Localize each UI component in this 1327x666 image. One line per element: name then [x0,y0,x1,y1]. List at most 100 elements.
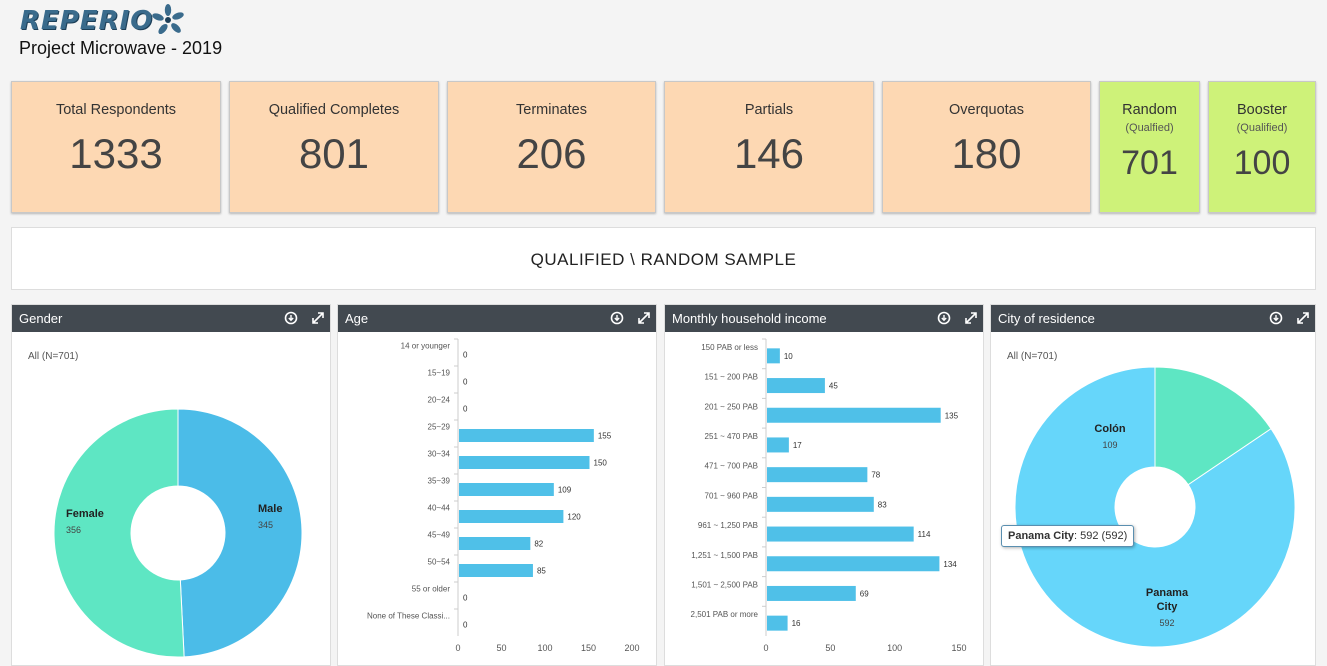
income-bar-chart: 150 PAB or less 10 151 ~ 200 PAB 45 201 ~ 25… [691,338,967,653]
gender-donut-chart: All (N=701) Male 345 Female 356 [28,351,303,658]
download-icon[interactable] [610,311,624,325]
y-tick-label: 45~49 [428,531,451,540]
x-tick-label: 50 [825,643,835,653]
bar-value-label: 109 [558,486,572,495]
kpi-random: Random (Qualfied) 701 [1099,81,1200,213]
y-tick-label: 14 or younger [401,342,451,351]
age-bar-chart: 14 or younger 0 15~19 0 20~24 0 25~29 155 30~34 1… [367,338,640,653]
kpi-label: Booster [1237,102,1287,118]
y-tick-label: 20~24 [428,396,451,405]
bar-value-label: 69 [860,589,869,598]
y-tick-label: 2,501 PAB or more [691,610,759,619]
x-tick-label: 0 [455,643,460,653]
y-tick-label: 961 ~ 1,250 PAB [698,521,758,530]
slice-value-label: 356 [66,525,81,535]
panel-header: Gender [12,305,330,332]
kpi-label: Partials [744,102,794,118]
panel-title: Monthly household income [672,311,827,326]
slice-label: Male [258,503,282,515]
bar[interactable] [459,483,554,496]
bar[interactable] [767,378,825,394]
bar[interactable] [459,564,533,577]
bar[interactable] [459,456,590,469]
expand-icon[interactable] [637,311,651,325]
panel-header: City of residence [991,305,1315,332]
download-icon[interactable] [284,311,298,325]
panel-age: Age 14 or younger 0 15~19 0 20~24 0 25~29 155 30… [337,304,657,666]
x-tick-label: 0 [763,643,768,653]
panel-title: Age [345,311,369,326]
expand-icon[interactable] [311,311,325,325]
project-title: Project Microwave - 2019 [19,38,223,58]
x-tick-label: 150 [581,643,596,653]
kpi-terminates: Terminates 206 [447,81,656,213]
y-tick-label: 1,501 ~ 2,500 PAB [691,580,758,589]
y-tick-label: 15~19 [428,369,451,378]
panel-title: City of residence [998,311,1095,326]
bar[interactable] [767,556,940,572]
bar[interactable] [459,429,594,442]
bar-value-label: 83 [878,500,887,509]
kpi-value: 1333 [69,130,163,177]
bar-value-label: 135 [945,411,959,420]
pie-slice-male[interactable] [177,408,303,658]
chart-subtitle: All (N=701) [1007,351,1057,362]
y-tick-label: 471 ~ 700 PAB [705,462,758,471]
panel-header: Monthly household income [665,305,983,332]
panel-header: Age [338,305,656,332]
bar[interactable] [767,407,941,423]
download-icon[interactable] [937,311,951,325]
panel-monthly-household-income: Monthly household income 150 PAB or less… [664,304,984,666]
kpi-value: 100 [1233,144,1291,182]
bar[interactable] [767,496,874,512]
slice-value-label: 345 [258,520,273,530]
bar-value-label: 45 [829,382,838,391]
city-donut-chart: All (N=701) Panama City 592 Colón 109 [1007,351,1296,648]
bar-value-label: 114 [918,530,931,539]
y-tick-label: 30~34 [428,450,451,459]
bar[interactable] [767,615,788,631]
y-tick-label: 1,251 ~ 1,500 PAB [691,551,758,560]
bar-value-label: 85 [537,567,546,576]
y-tick-label: 25~29 [428,423,451,432]
kpi-booster: Booster (Qualified) 100 [1208,81,1316,213]
logo-text: REPERIO [20,6,154,36]
panel-city-of-residence: City of residence All (N=701) Panama City 5… [990,304,1316,666]
bar-value-label: 0 [463,378,468,387]
chart-tooltip: Panama City: 592 (592) [1001,525,1135,547]
bar[interactable] [459,510,564,523]
bar[interactable] [767,437,789,453]
y-tick-label: 35~39 [428,477,451,486]
kpi-value: 206 [516,130,587,177]
bar-value-label: 17 [793,441,802,450]
kpi-value: 180 [951,130,1022,177]
reperio-logo: REPERIO [20,4,184,38]
slice-label: City [1157,601,1179,613]
x-tick-label: 100 [537,643,552,653]
expand-icon[interactable] [964,311,978,325]
tooltip-value: : 592 (592) [1074,530,1128,542]
bar-value-label: 78 [871,471,880,480]
bar[interactable] [767,348,780,364]
kpi-partials: Partials 146 [664,81,874,213]
bar[interactable] [767,526,914,542]
bar[interactable] [459,537,531,550]
kpi-qualified-completes: Qualified Completes 801 [229,81,439,213]
kpi-label: Qualified Completes [268,102,400,118]
download-icon[interactable] [1269,311,1283,325]
bar[interactable] [767,467,868,483]
kpi-value: 701 [1121,144,1178,182]
x-tick-label: 200 [624,643,639,653]
expand-icon[interactable] [1296,311,1310,325]
y-tick-label: 151 ~ 200 PAB [705,373,758,382]
x-tick-label: 100 [887,643,902,653]
kpi-label: Random [1122,102,1177,118]
tooltip-name: Panama City [1008,530,1075,542]
kpi-label: Total Respondents [55,102,177,118]
kpi-sub-label: (Qualified) [1236,122,1288,134]
kpi-sub-label: (Qualfied) [1125,122,1174,134]
bar[interactable] [767,585,856,601]
y-tick-label: 50~54 [428,558,451,567]
y-tick-label: 55 or older [412,585,451,594]
y-tick-label: 701 ~ 960 PAB [705,491,758,500]
